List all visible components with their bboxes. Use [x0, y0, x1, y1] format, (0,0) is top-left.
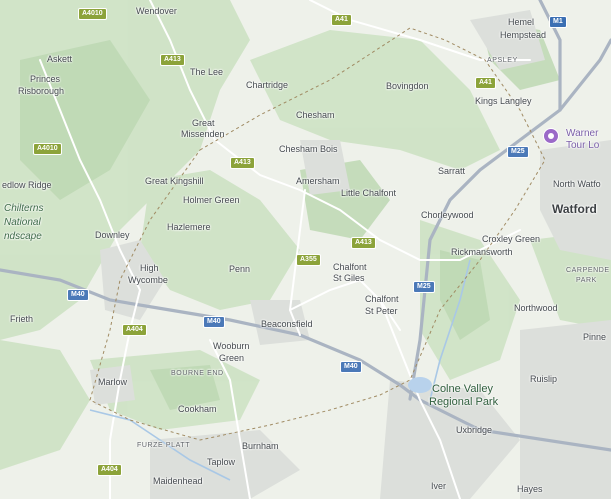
place-label: Chalfont — [333, 262, 367, 272]
district-label: CARPENDE — [566, 267, 610, 274]
district-label: FURZE PLATT — [137, 442, 191, 449]
place-label: St Peter — [365, 306, 398, 316]
place-label: Holmer Green — [183, 195, 240, 205]
place-label: Great Kingshill — [145, 176, 204, 186]
road-shield-a413: A413 — [230, 157, 255, 169]
place-label: Penn — [229, 264, 251, 274]
place-label: St Giles — [333, 273, 365, 283]
place-label: Uxbridge — [456, 425, 493, 435]
road-shield-a404: A404 — [122, 324, 147, 336]
road-shield-m40: M40 — [203, 316, 225, 328]
place-label: Croxley Green — [482, 234, 541, 244]
place-label: Askett — [47, 54, 73, 64]
place-label: Frieth — [10, 314, 34, 324]
park-label: Colne Valley — [432, 383, 493, 395]
place-label: North Watfo — [553, 179, 601, 189]
road-shield-a4010: A4010 — [33, 143, 62, 155]
road-shield-m25: M25 — [413, 281, 435, 293]
place-label: Northwood — [514, 303, 558, 313]
place-label: High — [140, 263, 159, 273]
road-shield-a404: A404 — [97, 464, 122, 476]
road-shield-m40: M40 — [67, 289, 89, 301]
place-label: Cookham — [178, 404, 217, 414]
road-shield-a413: A413 — [160, 54, 185, 66]
place-label: Maidenhead — [153, 476, 203, 486]
place-label: Watford — [552, 202, 597, 216]
place-label: Marlow — [98, 377, 128, 387]
park-label: ndscape — [4, 231, 42, 242]
place-label: Little Chalfont — [341, 188, 397, 198]
place-label: Warner — [566, 128, 599, 139]
place-label: Green — [219, 353, 245, 363]
place-label: Amersham — [296, 176, 340, 186]
district-label: APSLEY — [487, 57, 518, 64]
place-label: Burnham — [242, 441, 279, 451]
place-label: Bovingdon — [386, 81, 429, 91]
road-shield-a413: A413 — [351, 237, 376, 249]
road-shield-a41: A41 — [331, 14, 352, 26]
district-label: BOURNE END — [171, 370, 224, 377]
place-label: Hempstead — [500, 30, 547, 40]
road-shield-m25: M25 — [507, 146, 529, 158]
place-label: Hemel — [508, 17, 535, 27]
place-label: Wooburn — [213, 341, 250, 351]
map-canvas[interactable]: Wendover Hemel Hempstead APSLEY Askett P… — [0, 0, 611, 499]
place-label: Rickmansworth — [451, 247, 513, 257]
road-shield-m40: M40 — [340, 361, 362, 373]
place-label: Hazlemere — [167, 222, 211, 232]
lake — [408, 377, 432, 393]
road-shield-m1: M1 — [549, 16, 567, 28]
place-label: Chartridge — [246, 80, 289, 90]
district-label: PARK — [576, 277, 597, 284]
place-label: Wycombe — [128, 275, 168, 285]
place-label: The Lee — [190, 67, 224, 77]
place-label: Ruislip — [530, 374, 558, 384]
place-label: Risborough — [18, 86, 65, 96]
place-label: Sarratt — [438, 166, 466, 176]
park-label: Regional Park — [429, 396, 499, 408]
road-shield-a4010: A4010 — [78, 8, 107, 20]
road-shield-a355: A355 — [296, 254, 321, 266]
place-label: Great — [192, 118, 215, 128]
place-label: Beaconsfield — [261, 319, 313, 329]
place-label: Pinne — [583, 332, 607, 342]
place-label: Hayes — [517, 484, 543, 494]
place-label: Chorleywood — [421, 210, 474, 220]
place-label: Kings Langley — [475, 96, 532, 106]
place-label: Tour Lo — [566, 140, 600, 151]
map-base-layer — [0, 0, 611, 499]
park-label: Chilterns — [4, 203, 44, 214]
attraction-pin-icon[interactable] — [543, 128, 559, 144]
place-label: Wendover — [136, 6, 177, 16]
place-label: Chesham Bois — [279, 144, 338, 154]
place-label: Taplow — [207, 457, 236, 467]
place-label: Iver — [431, 481, 447, 491]
place-label: Chesham — [296, 110, 335, 120]
place-label: Chalfont — [365, 294, 399, 304]
park-label: National — [4, 217, 41, 228]
place-label: edlow Ridge — [2, 180, 52, 190]
place-label: Downley — [95, 230, 130, 240]
place-label: Princes — [30, 74, 61, 84]
road-shield-a41: A41 — [475, 77, 496, 89]
place-label: Missenden — [181, 129, 225, 139]
